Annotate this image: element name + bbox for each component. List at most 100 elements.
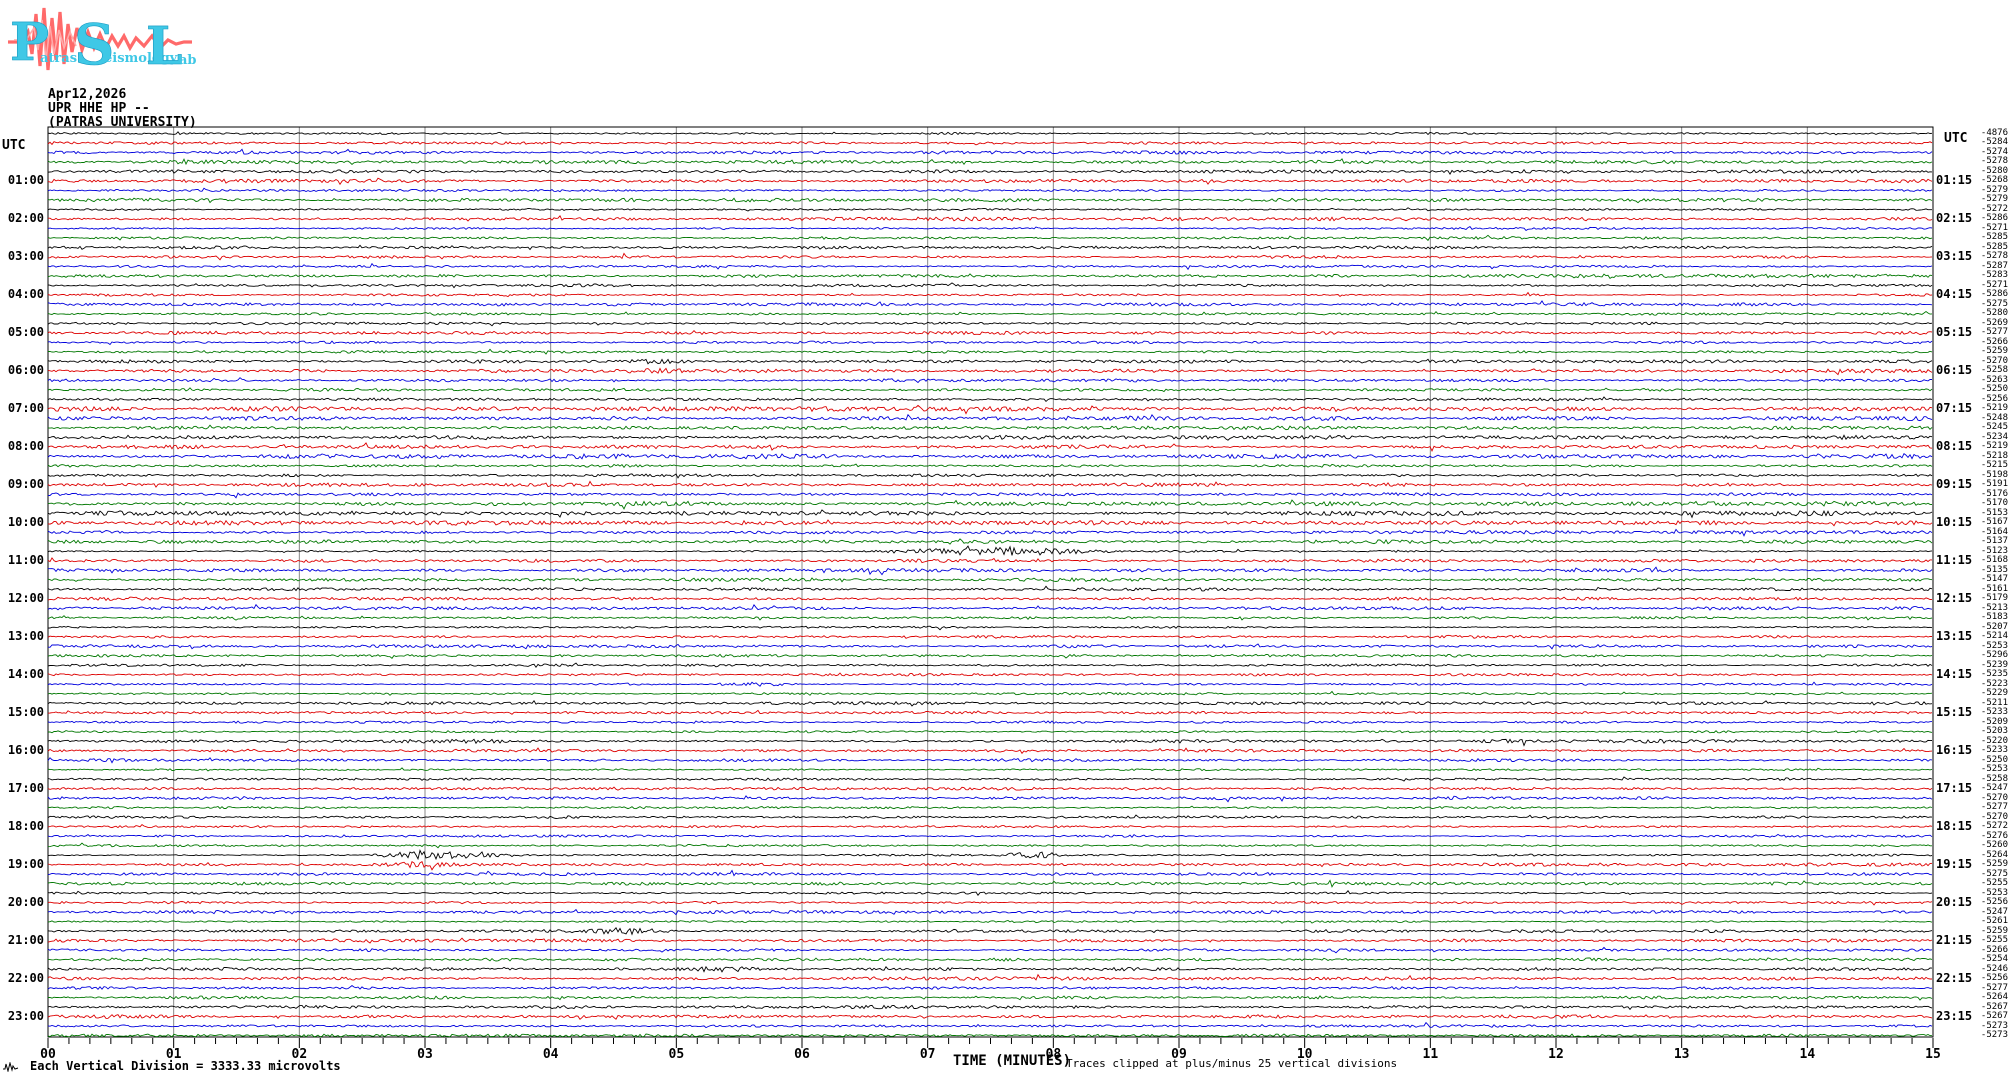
seismo-trace-row-12 <box>47 244 1933 251</box>
seismo-trace-row-51 <box>47 615 1933 621</box>
seismo-trace-row-10 <box>47 226 1933 231</box>
trace-offset-value: -5255 <box>1980 878 2008 889</box>
seismo-trace-row-78 <box>47 869 1933 877</box>
seismo-trace-row-59 <box>47 690 1933 696</box>
seismo-trace-row-9 <box>48 214 1933 222</box>
seismo-trace-row-49 <box>47 596 1933 602</box>
seismo-trace-row-32 <box>47 434 1933 441</box>
seismo-trace-row-44 <box>47 545 1933 556</box>
x-axis-label: 12 <box>1548 1047 1564 1062</box>
seismo-trace-row-34 <box>47 453 1933 460</box>
seismo-trace-row-72 <box>47 814 1933 820</box>
seismo-trace-row-13 <box>47 252 1933 261</box>
trace-offset-value: -5170 <box>1980 498 2008 509</box>
seismo-trace-row-66 <box>47 757 1933 764</box>
trace-offset-value: -5256 <box>1980 897 2008 908</box>
x-axis-label: 11 <box>1422 1047 1439 1062</box>
trace-offset-value: -5168 <box>1980 555 2008 566</box>
trace-offset-value: -5215 <box>1980 460 2008 471</box>
seismo-trace-row-23 <box>47 348 1933 355</box>
x-axis-label: 15 <box>1925 1047 1941 1062</box>
x-axis-label: 03 <box>417 1047 433 1062</box>
left-time-label: 23:00 <box>7 1009 44 1023</box>
trace-offset-value: -5255 <box>1980 935 2008 946</box>
plot-border <box>47 126 1934 1038</box>
seismo-trace-row-29 <box>47 404 1933 415</box>
seismo-trace-row-89 <box>47 973 1932 981</box>
seismo-trace-row-82 <box>47 908 1933 916</box>
seismo-trace-row-18 <box>47 300 1933 307</box>
seismo-trace-row-54 <box>47 643 1933 650</box>
trace-offset-value: -5137 <box>1980 536 2008 547</box>
trace-offset-value: -5214 <box>1980 631 2008 642</box>
seismo-trace-row-64 <box>47 738 1933 747</box>
seismo-trace-row-58 <box>47 681 1933 687</box>
x-axis-label: 13 <box>1673 1047 1690 1062</box>
left-time-label: 09:00 <box>7 477 44 492</box>
seismo-trace-row-31 <box>47 424 1933 431</box>
seismo-trace-row-14 <box>47 262 1933 271</box>
trace-offset-value: -5256 <box>1980 973 2008 984</box>
seismo-trace-row-75 <box>47 842 1932 849</box>
trace-offset-value: -5229 <box>1980 688 2008 699</box>
trace-offset-value: -5179 <box>1980 593 2008 604</box>
seismo-trace-row-71 <box>47 805 1933 810</box>
mini-seismo-glyph <box>3 1062 19 1072</box>
trace-offset-value: -5258 <box>1980 365 2008 376</box>
seismo-trace-row-83 <box>47 919 1933 924</box>
left-time-label: 13:00 <box>7 629 44 644</box>
trace-offset-value: -5245 <box>1980 422 2008 433</box>
seismo-trace-row-33 <box>47 442 1933 452</box>
left-time-label: 05:00 <box>7 325 44 340</box>
trace-offset-value: -5233 <box>1980 745 2008 756</box>
trace-offset-value: -5167 <box>1980 517 2008 528</box>
trace-offset-value: -5272 <box>1980 821 2008 832</box>
trace-offset-value: -5259 <box>1980 859 2008 870</box>
seismo-trace-row-35 <box>47 463 1933 469</box>
seismo-trace-row-73 <box>47 824 1933 829</box>
left-time-label: 07:00 <box>7 401 44 416</box>
seismo-trace-row-77 <box>47 861 1933 871</box>
seismo-trace-row-47 <box>47 577 1933 583</box>
left-time-label: 17:00 <box>7 781 44 796</box>
clip-note: Traces clipped at plus/minus 25 vertical… <box>1066 1057 1398 1070</box>
left-time-label: 08:00 <box>7 439 44 454</box>
seismo-trace-row-94 <box>47 1021 1933 1029</box>
seismo-trace-row-37 <box>47 480 1933 488</box>
left-time-label: 20:00 <box>7 895 44 910</box>
seismo-trace-row-16 <box>47 282 1933 289</box>
trace-offset-value: -5233 <box>1980 707 2008 718</box>
trace-offset-value: -5277 <box>1980 802 2008 813</box>
trace-offset-value: -5219 <box>1980 441 2008 452</box>
seismo-trace-row-92 <box>47 1004 1933 1011</box>
left-time-label: 12:00 <box>7 591 44 606</box>
trace-offset-value: -5183 <box>1980 612 2008 623</box>
seismo-trace-row-50 <box>47 603 1933 611</box>
seismo-trace-row-30 <box>47 413 1933 422</box>
seismo-trace-row-84 <box>47 926 1933 936</box>
seismo-trace-row-65 <box>47 747 1933 755</box>
left-time-label: 18:00 <box>7 819 44 834</box>
left-time-label: 16:00 <box>7 743 44 758</box>
trace-offset-value: -5296 <box>1980 650 2008 661</box>
left-time-label: 11:00 <box>7 553 44 568</box>
seismo-trace-row-68 <box>47 776 1933 782</box>
seismo-trace-row-53 <box>47 634 1932 639</box>
seismo-trace-row-67 <box>47 767 1933 772</box>
seismo-trace-row-90 <box>47 985 1933 990</box>
seismo-trace-row-81 <box>47 900 1933 906</box>
seismo-trace-row-76 <box>47 849 1933 861</box>
trace-offset-value: -5267 <box>1980 1011 2008 1021</box>
trace-offset-value: -5253 <box>1980 764 2008 775</box>
seismo-trace-row-87 <box>47 957 1933 962</box>
x-axis-label: 04 <box>542 1047 559 1062</box>
seismo-trace-row-6 <box>47 187 1933 193</box>
seismo-trace-row-41 <box>47 519 1933 527</box>
seismo-trace-row-39 <box>47 499 1933 510</box>
left-time-label: 04:00 <box>7 287 44 302</box>
left-time-label: 22:00 <box>7 971 44 986</box>
trace-offset-value: -5247 <box>1980 783 2008 794</box>
seismo-trace-row-26 <box>47 377 1932 384</box>
seismo-trace-row-4 <box>47 168 1933 175</box>
seismo-trace-row-91 <box>48 995 1933 1001</box>
